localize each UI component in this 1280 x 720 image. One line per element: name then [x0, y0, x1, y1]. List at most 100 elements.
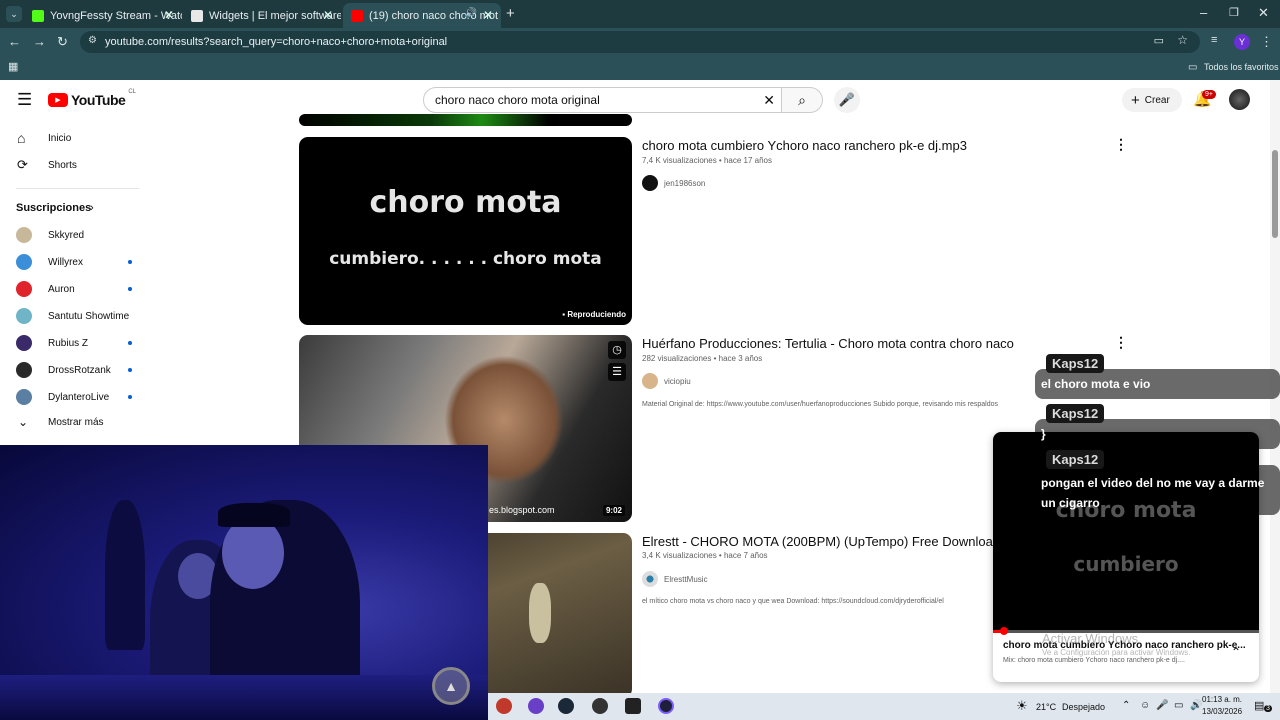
chat-message: el choro mota e vio — [1041, 377, 1151, 391]
subscriptions-heading[interactable]: Suscripciones › — [0, 195, 155, 221]
reload-icon[interactable]: ↻ — [57, 34, 68, 50]
plus-icon: + — [1131, 91, 1140, 109]
forward-icon[interactable]: → — [33, 34, 46, 49]
avatar — [16, 335, 32, 351]
new-tab-icon[interactable]: + — [506, 5, 515, 22]
channel-link[interactable]: ElresttMusic — [642, 571, 708, 587]
sub-name: Rubius Z — [48, 337, 89, 349]
webcam-overlay: ▲ — [0, 445, 488, 720]
app-icon-purple[interactable] — [528, 698, 544, 714]
notification-center-icon[interactable]: ▤ — [1254, 699, 1264, 712]
tab-widgets[interactable]: Widgets | El mejor software par ✕ — [183, 3, 341, 28]
channel-link[interactable]: jen1986son — [642, 175, 705, 191]
sidebar: ⌂ Inicio ⟳ Shorts Suscripciones › Skkyre… — [0, 120, 155, 445]
close-tab-icon[interactable]: ✕ — [164, 8, 174, 22]
tab-search-icon[interactable]: ⌄ — [6, 6, 22, 22]
video-title-link[interactable]: choro mota cumbiero Ychoro naco ranchero… — [642, 138, 967, 153]
progress-handle[interactable] — [1000, 627, 1008, 635]
clear-search-icon[interactable]: ✕ — [763, 92, 775, 109]
app-icon-red[interactable] — [496, 698, 512, 714]
site-info-icon[interactable]: ⚙ — [88, 35, 97, 46]
sidebar-item-sub[interactable]: Skkyred — [0, 222, 155, 248]
youtube-play-icon: ▶ — [48, 93, 68, 107]
reading-list-icon[interactable]: ≡ — [1211, 34, 1217, 46]
weather-temp[interactable]: 21°C — [1036, 702, 1056, 712]
expand-chevron-icon[interactable]: ⌃ — [1231, 645, 1241, 659]
sidebar-item-sub[interactable]: Willyrex — [0, 249, 155, 275]
clock-date[interactable]: 13/03/2026 — [1202, 707, 1242, 716]
address-bar[interactable]: ⚙ youtube.com/results?search_query=choro… — [80, 31, 1200, 53]
hamburger-menu-icon[interactable]: ☰ — [17, 90, 32, 110]
steam-icon[interactable] — [558, 698, 574, 714]
bookmark-star-icon[interactable]: ☆ — [1177, 33, 1188, 47]
app-icon-circle[interactable] — [658, 698, 674, 714]
sidebar-item-sub[interactable]: Auron — [0, 276, 155, 302]
more-options-icon[interactable]: ⋮ — [1114, 334, 1128, 351]
tab-youtube[interactable]: (19) choro naco choro mot 🔊 ✕ — [343, 3, 501, 28]
sidebar-item-sub[interactable]: DylanteroLive — [0, 384, 155, 410]
sidebar-item-sub[interactable]: Santutu Showtime — [0, 303, 155, 329]
video-meta: 282 visualizaciones • hace 3 años — [642, 354, 763, 363]
sidebar-item-sub[interactable]: Rubius Z — [0, 330, 155, 356]
sidebar-item-home[interactable]: ⌂ Inicio — [0, 125, 155, 151]
sidebar-item-sub[interactable]: DrossRotzank — [0, 357, 155, 383]
channel-name: jen1986son — [664, 178, 706, 188]
miniplayer-video[interactable]: choro mota cumbiero — [993, 432, 1259, 632]
search-input[interactable]: choro naco choro mota original ✕ — [423, 87, 782, 113]
profile-avatar[interactable]: Y — [1234, 34, 1250, 50]
network-icon[interactable]: ▭ — [1174, 700, 1183, 711]
voice-search-icon[interactable]: 🎤 — [834, 87, 860, 113]
miniplayer-subtitle: Mix: choro mota cumbiero Ychoro naco ran… — [1003, 657, 1185, 664]
channel-avatar — [642, 373, 658, 389]
tray-chevron-icon[interactable]: ⌃ — [1122, 700, 1130, 711]
weather-text: Despejado — [1062, 702, 1106, 712]
obs-icon[interactable] — [592, 698, 608, 714]
video-thumbnail[interactable] — [299, 114, 632, 126]
chat-username: Kaps12 — [1046, 450, 1105, 469]
clock-time[interactable]: 01:13 a. m. — [1202, 695, 1242, 704]
close-tab-icon[interactable]: ✕ — [323, 8, 333, 22]
new-content-dot — [128, 368, 132, 372]
tab-label: Widgets | El mejor software par — [209, 9, 341, 22]
back-icon[interactable]: ← — [8, 34, 21, 49]
watch-later-icon[interactable]: ◷ — [608, 341, 626, 359]
show-more-button[interactable]: ⌄ Mostrar más — [0, 409, 155, 435]
add-to-queue-icon[interactable]: ☰ — [608, 363, 626, 381]
show-more-label: Mostrar más — [48, 416, 104, 428]
divider — [16, 188, 139, 189]
video-thumbnail[interactable]: choro mota cumbiero. . . . . . choro mot… — [299, 137, 632, 325]
video-title-link[interactable]: Huérfano Producciones: Tertulia - Choro … — [642, 336, 1014, 351]
video-title-link[interactable]: Elrestt - CHORO MOTA (200BPM) (UpTempo) … — [642, 534, 1000, 549]
notification-badge: 9+ — [1202, 90, 1216, 99]
scrollbar-thumb[interactable] — [1272, 150, 1278, 238]
sidebar-item-shorts[interactable]: ⟳ Shorts — [0, 152, 155, 178]
tab-stream[interactable]: YovngFessty Stream - Watch Li ✕ — [24, 3, 182, 28]
app-icon-dark[interactable] — [625, 698, 641, 714]
create-label: Crear — [1144, 94, 1170, 106]
search-icon: ⌕ — [798, 91, 806, 108]
youtube-logo[interactable]: ▶ YouTube CL — [48, 89, 136, 108]
avatar — [16, 227, 32, 243]
video-meta: 3,4 K visualizaciones • hace 7 años — [642, 551, 768, 560]
tray-app-icon[interactable]: ☺ — [1140, 700, 1150, 711]
thumb-figure — [529, 583, 551, 643]
all-bookmarks-link[interactable]: Todos los favoritos — [1204, 62, 1279, 72]
chevron-down-icon: ⌄ — [18, 415, 29, 429]
channel-avatar — [642, 571, 658, 587]
more-options-icon[interactable]: ⋮ — [1114, 136, 1128, 153]
sub-name: DrossRotzank — [48, 364, 111, 376]
browser-menu-icon[interactable]: ⋮ — [1260, 34, 1273, 50]
close-window-icon[interactable]: ✕ — [1258, 5, 1269, 21]
channel-link[interactable]: viciopiu — [642, 373, 691, 389]
close-tab-icon[interactable]: ✕ — [483, 8, 493, 22]
minimize-icon[interactable]: – — [1200, 5, 1207, 20]
cast-icon[interactable]: ▭ — [1154, 34, 1164, 47]
search-button[interactable]: ⌕ — [782, 87, 823, 113]
account-avatar[interactable] — [1229, 89, 1250, 110]
apps-grid-icon[interactable]: ▦ — [8, 60, 18, 73]
create-button[interactable]: + Crear — [1122, 88, 1182, 112]
restore-icon[interactable]: ❐ — [1229, 6, 1239, 19]
volume-icon[interactable]: 🔊 — [1190, 700, 1202, 711]
url-text: youtube.com/results?search_query=choro+n… — [105, 36, 448, 48]
microphone-icon[interactable]: 🎤 — [1156, 700, 1168, 711]
